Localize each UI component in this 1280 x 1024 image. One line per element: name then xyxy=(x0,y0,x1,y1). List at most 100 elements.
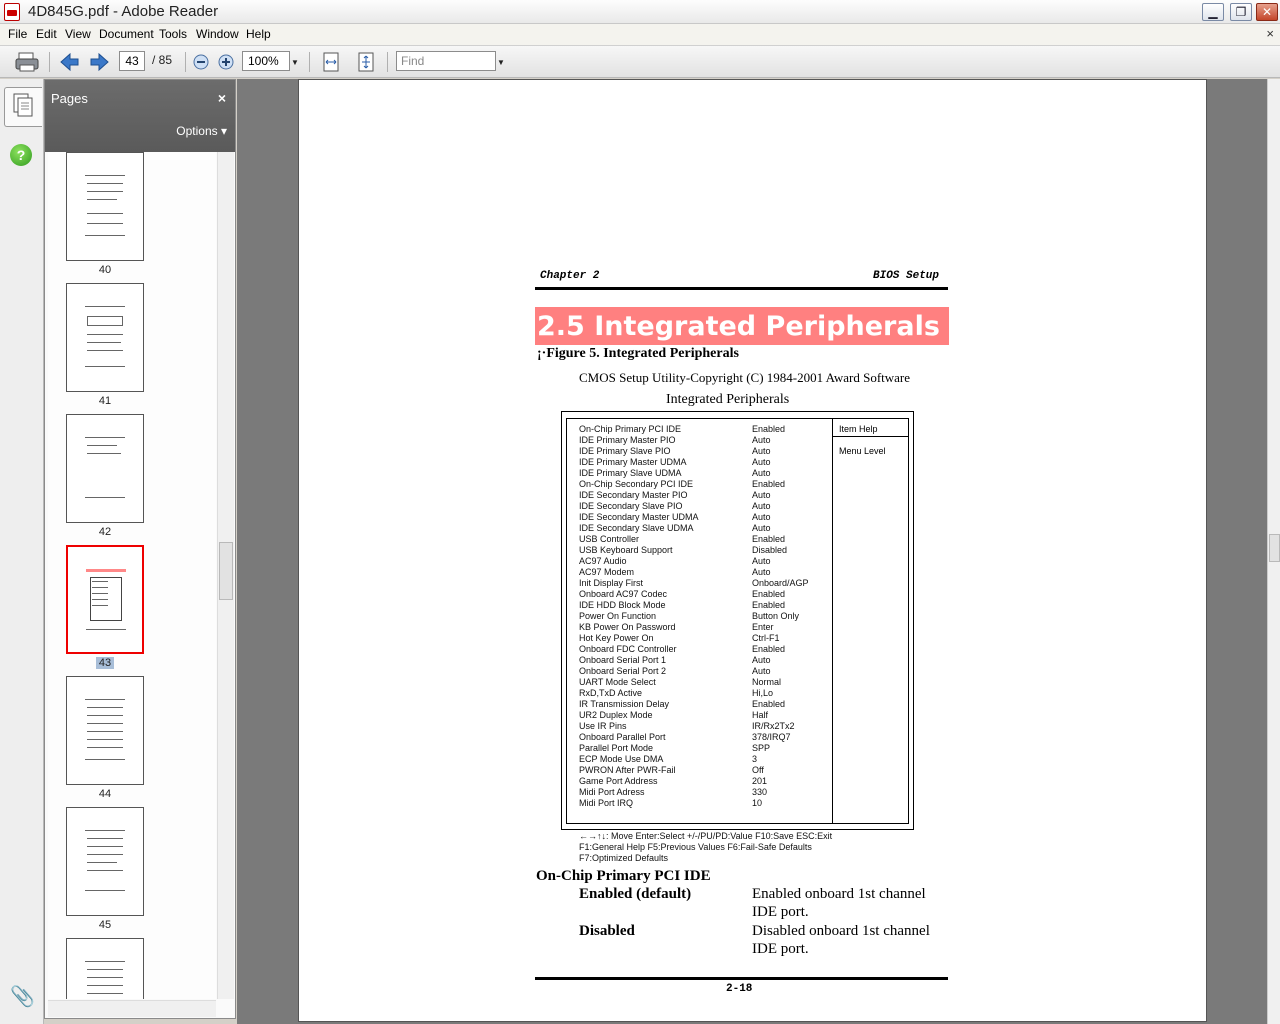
bios-item-value: Auto xyxy=(752,512,771,522)
attachments-icon[interactable]: 📎 xyxy=(10,984,35,1009)
bios-item-value: 3 xyxy=(752,754,758,764)
page-number: 2-18 xyxy=(726,983,753,995)
bios-item-value: Enabled xyxy=(752,424,786,434)
pages-panel-close-icon[interactable]: × xyxy=(218,90,226,106)
bios-item-name: Onboard AC97 Codec xyxy=(579,589,668,599)
zoom-level-input[interactable]: 100% xyxy=(242,51,290,71)
bios-item-value: 10 xyxy=(752,798,763,808)
page-thumbnail[interactable] xyxy=(66,414,144,523)
bios-item-value: Auto xyxy=(752,655,771,665)
page-header-left: Chapter 2 xyxy=(540,270,600,282)
pages-tab[interactable] xyxy=(4,87,42,127)
pages-icon xyxy=(13,93,33,117)
bios-item-value: Auto xyxy=(752,468,771,478)
bios-item-value: Half xyxy=(752,710,769,720)
option-term: Disabled xyxy=(579,923,635,939)
bios-keys-line-2: F1:General Help F5:Previous Values F6:Fa… xyxy=(579,842,812,852)
fit-page-icon[interactable] xyxy=(355,51,377,73)
close-button[interactable]: ✕ xyxy=(1256,3,1278,21)
bios-item-value: 378/IRQ7 xyxy=(752,732,791,742)
footer-rule xyxy=(535,977,948,980)
page-number-input[interactable]: 43 xyxy=(119,51,145,71)
previous-page-icon[interactable] xyxy=(58,51,80,73)
adobe-reader-window: 4D845G.pdf - Adobe Reader ▁ ❐ ✕ File Edi… xyxy=(0,0,1280,1024)
bios-item-name: Init Display First xyxy=(579,578,644,588)
toolbar-separator xyxy=(387,52,388,72)
bios-item-name: IDE Primary Master UDMA xyxy=(579,457,687,467)
document-close-icon[interactable]: × xyxy=(1266,26,1274,41)
item-help-label: Item Help xyxy=(839,424,878,434)
bios-item-name: Game Port Address xyxy=(579,776,658,786)
menu-tools[interactable]: Tools xyxy=(159,27,187,41)
thumbnail-horizontal-scrollbar[interactable] xyxy=(48,1000,216,1017)
option-heading: On-Chip Primary PCI IDE xyxy=(536,868,711,884)
bios-item-name: Hot Key Power On xyxy=(579,633,654,643)
bios-item-value: Auto xyxy=(752,446,771,456)
bios-item-value: Auto xyxy=(752,567,771,577)
bios-item-name: IDE Secondary Slave UDMA xyxy=(579,523,694,533)
bios-item-name: Onboard FDC Controller xyxy=(579,644,677,654)
zoom-out-icon[interactable] xyxy=(192,51,210,73)
menu-bar: File Edit View Document Tools Window Hel… xyxy=(0,24,1280,46)
help-header-divider xyxy=(832,436,909,437)
document-scrollbar[interactable] xyxy=(1267,79,1280,1024)
bios-item-name: PWRON After PWR-Fail xyxy=(579,765,676,775)
menu-edit[interactable]: Edit xyxy=(36,27,57,41)
pages-panel-header: Pages × Options ▾ xyxy=(45,80,235,152)
bios-item-value: Enabled xyxy=(752,600,786,610)
zoom-dropdown-icon[interactable]: ▼ xyxy=(291,58,299,67)
bios-item-value: Auto xyxy=(752,556,771,566)
find-dropdown-icon[interactable]: ▼ xyxy=(497,58,505,67)
bios-item-name: IDE Secondary Master PIO xyxy=(579,490,688,500)
bios-item-name: Parallel Port Mode xyxy=(579,743,654,753)
menu-document[interactable]: Document xyxy=(99,27,154,41)
page-thumbnail[interactable] xyxy=(66,676,144,785)
bios-item-value: Enabled xyxy=(752,644,786,654)
page-thumbnail-selected[interactable] xyxy=(66,545,144,654)
figure-caption: ¡·Figure 5. Integrated Peripherals xyxy=(537,346,739,361)
bios-item-name: IDE Primary Master PIO xyxy=(579,435,676,445)
menu-file[interactable]: File xyxy=(8,27,27,41)
bios-item-name: On-Chip Secondary PCI IDE xyxy=(579,479,694,489)
page-thumbnail[interactable] xyxy=(66,152,144,261)
navigation-strip: ? 📎 xyxy=(0,79,44,1024)
bios-item-value: Auto xyxy=(752,435,771,445)
bios-item-name: IDE Secondary Master UDMA xyxy=(579,512,699,522)
fit-width-icon[interactable] xyxy=(320,51,342,73)
bios-item-value: Normal xyxy=(752,677,782,687)
page-thumbnail[interactable] xyxy=(66,938,144,999)
scrollbar-thumb[interactable] xyxy=(219,542,233,600)
zoom-in-icon[interactable] xyxy=(217,51,235,73)
bios-item-name: KB Power On Password xyxy=(579,622,676,632)
minimize-button[interactable]: ▁ xyxy=(1202,3,1224,21)
bios-item-name: IDE Secondary Slave PIO xyxy=(579,501,683,511)
next-page-icon[interactable] xyxy=(89,51,111,73)
bios-item-name: IDE Primary Slave PIO xyxy=(579,446,671,456)
thumbnail-scrollbar[interactable] xyxy=(217,152,234,999)
bios-item-value: Enabled xyxy=(752,479,786,489)
menu-help[interactable]: Help xyxy=(246,27,271,41)
print-icon[interactable] xyxy=(14,51,40,73)
find-input[interactable]: Find xyxy=(396,51,496,71)
restore-button[interactable]: ❐ xyxy=(1230,3,1252,21)
bios-item-value: Hi,Lo xyxy=(752,688,774,698)
menu-level-label: Menu Level xyxy=(839,446,886,456)
menu-view[interactable]: View xyxy=(65,27,91,41)
bios-item-value: Button Only xyxy=(752,611,800,621)
page-thumbnail[interactable] xyxy=(66,807,144,916)
toolbar-separator xyxy=(49,52,50,72)
section-title: 2.5 Integrated Peripherals xyxy=(537,311,940,342)
bios-item-value: 201 xyxy=(752,776,768,786)
bios-item-name: Onboard Parallel Port xyxy=(579,732,666,742)
document-scrollbar-thumb[interactable] xyxy=(1269,534,1280,562)
toolbar-separator xyxy=(185,52,186,72)
menu-window[interactable]: Window xyxy=(196,27,239,41)
bios-item-value: Disabled xyxy=(752,545,788,555)
bios-item-name: USB Controller xyxy=(579,534,640,544)
bios-item-value: Enabled xyxy=(752,699,786,709)
help-icon[interactable]: ? xyxy=(10,144,32,166)
option-description: IDE port. xyxy=(752,941,809,957)
options-menu-button[interactable]: Options ▾ xyxy=(176,124,227,138)
bios-item-value: Enter xyxy=(752,622,774,632)
page-thumbnail[interactable] xyxy=(66,283,144,392)
